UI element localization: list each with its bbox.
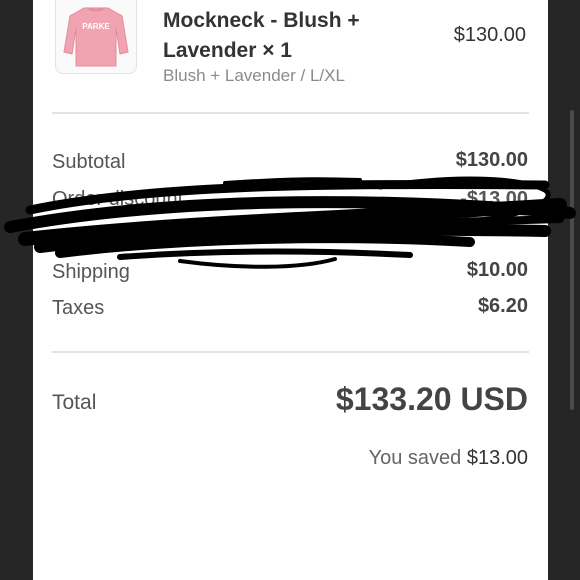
sweatshirt-image: PARKE xyxy=(63,7,129,67)
shipping-label: Shipping xyxy=(52,261,130,283)
total-value: $133.20 USD xyxy=(335,381,528,417)
product-variant: Blush + Lavender / L/XL xyxy=(163,66,345,85)
sweatshirt-logo-text: PARKE xyxy=(82,22,110,31)
product-thumbnail: PARKE xyxy=(55,0,137,74)
savings-amount: $13.00 xyxy=(466,447,528,469)
savings-prefix: You saved xyxy=(368,447,462,469)
order-summary-panel xyxy=(33,0,548,580)
divider xyxy=(52,351,529,353)
savings-note: You saved $13.00 xyxy=(369,447,528,470)
total-label: Total xyxy=(52,391,97,414)
shipping-value: $10.00 xyxy=(466,259,528,281)
divider xyxy=(52,112,529,114)
taxes-value: $6.20 xyxy=(477,295,528,317)
product-title: Mockneck - Blush + Lavender × 1 xyxy=(163,9,360,62)
screen: PARKE Mockneck - Blush + Lavender × 1 Bl… xyxy=(0,0,580,580)
product-price: $130.00 xyxy=(453,24,526,46)
taxes-label: Taxes xyxy=(52,297,105,319)
